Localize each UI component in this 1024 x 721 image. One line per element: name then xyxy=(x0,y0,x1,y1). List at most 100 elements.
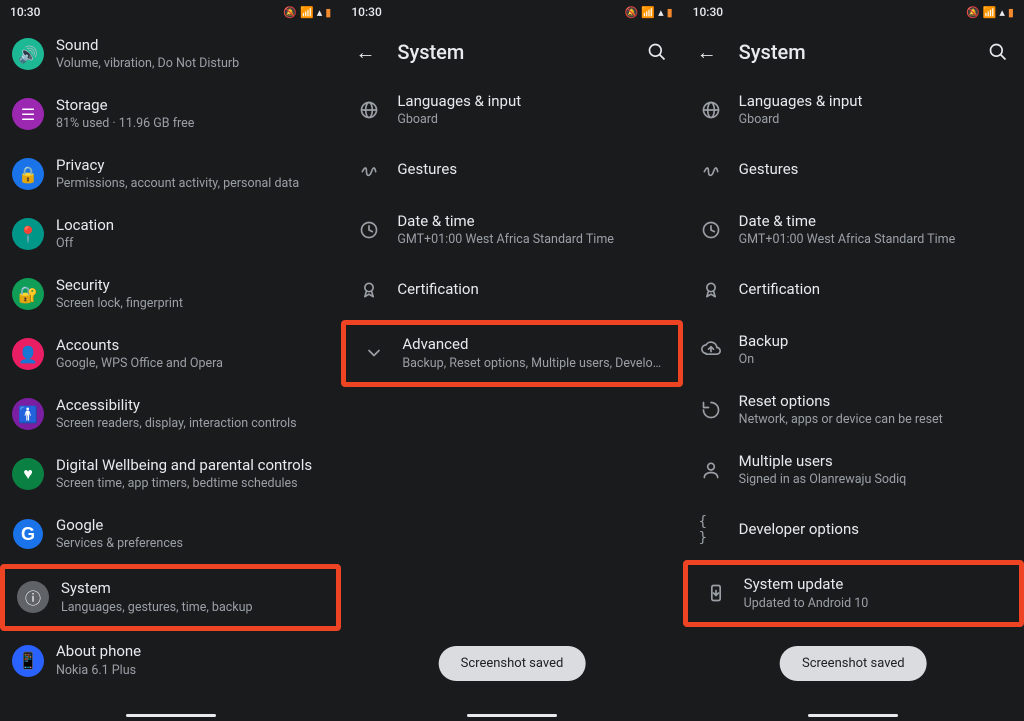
gesture-icon xyxy=(357,158,381,182)
info-icon: ⓘ xyxy=(17,581,49,613)
system-row-certification[interactable]: Certification xyxy=(341,260,682,320)
row-subtitle: On xyxy=(739,352,1012,368)
row-title: Privacy xyxy=(56,156,329,176)
reset-icon xyxy=(699,398,723,422)
search-button[interactable] xyxy=(988,42,1012,62)
row-title: Accessibility xyxy=(56,396,329,416)
row-title: Date & time xyxy=(397,212,670,232)
row-title: About phone xyxy=(56,642,329,662)
page-header: ← System xyxy=(683,24,1024,80)
wifi-icon: 📶 xyxy=(983,6,997,19)
system-row-date-time[interactable]: Date & time GMT+01:00 West Africa Standa… xyxy=(341,200,682,260)
system-row-gestures[interactable]: Gestures xyxy=(683,140,1024,200)
system-row-multiple-users[interactable]: Multiple users Signed in as Olanrewaju S… xyxy=(683,440,1024,500)
phone-icon: 📱 xyxy=(12,645,44,677)
row-title: Google xyxy=(56,516,329,536)
row-title: Advanced xyxy=(402,335,665,355)
globe-icon xyxy=(699,98,723,122)
nav-pill[interactable] xyxy=(808,714,898,717)
row-title: Date & time xyxy=(739,212,1012,232)
security-icon: 🔐 xyxy=(12,278,44,310)
settings-row-sound[interactable]: 🔊 Sound Volume, vibration, Do Not Distur… xyxy=(0,24,341,84)
system-row-backup[interactable]: Backup On xyxy=(683,320,1024,380)
row-title: Certification xyxy=(397,280,670,300)
settings-row-storage[interactable]: ☰ Storage 81% used · 11.96 GB free xyxy=(0,84,341,144)
system-row-certification[interactable]: Certification xyxy=(683,260,1024,320)
settings-row-accessibility[interactable]: 🚹 Accessibility Screen readers, display,… xyxy=(0,384,341,444)
wifi-icon: 📶 xyxy=(641,6,655,19)
back-button[interactable]: ← xyxy=(353,40,377,65)
wellbeing-icon: ♥ xyxy=(12,458,44,490)
settings-row-google[interactable]: G Google Services & preferences xyxy=(0,504,341,564)
settings-row-location[interactable]: 📍 Location Off xyxy=(0,204,341,264)
system-row-date-time[interactable]: Date & time GMT+01:00 West Africa Standa… xyxy=(683,200,1024,260)
accounts-icon: 👤 xyxy=(12,338,44,370)
settings-row-digital-wellbeing-and-parental-controls[interactable]: ♥ Digital Wellbeing and parental control… xyxy=(0,444,341,504)
snackbar[interactable]: Screenshot saved xyxy=(439,646,586,681)
row-title: Digital Wellbeing and parental controls xyxy=(56,456,329,476)
status-icons: 🔕 📶 ▴ ▮ xyxy=(283,6,331,19)
row-subtitle: Off xyxy=(56,236,329,252)
users-icon xyxy=(699,458,723,482)
row-subtitle: Gboard xyxy=(397,112,670,128)
row-title: Languages & input xyxy=(739,92,1012,112)
row-subtitle: Volume, vibration, Do Not Disturb xyxy=(56,56,329,72)
row-subtitle: Signed in as Olanrewaju Sodiq xyxy=(739,472,1012,488)
location-icon: 📍 xyxy=(12,218,44,250)
row-subtitle: Permissions, account activity, personal … xyxy=(56,176,329,192)
row-subtitle: Updated to Android 10 xyxy=(744,596,1007,612)
accessibility-icon: 🚹 xyxy=(12,398,44,430)
row-title: Storage xyxy=(56,96,329,116)
row-title: Multiple users xyxy=(739,452,1012,472)
nav-pill[interactable] xyxy=(126,714,216,717)
search-button[interactable] xyxy=(647,42,671,62)
row-subtitle: Nokia 6.1 Plus xyxy=(56,663,329,679)
settings-row-accounts[interactable]: 👤 Accounts Google, WPS Office and Opera xyxy=(0,324,341,384)
status-bar: 10:30 🔕 📶 ▴ ▮ xyxy=(341,0,682,24)
page-title: System xyxy=(397,40,646,64)
signal-icon: ▴ xyxy=(999,6,1005,19)
system-row-reset-options[interactable]: Reset options Network, apps or device ca… xyxy=(683,380,1024,440)
page-title: System xyxy=(739,40,988,64)
lock-icon: 🔒 xyxy=(12,158,44,190)
nav-pill[interactable] xyxy=(467,714,557,717)
row-title: Security xyxy=(56,276,329,296)
row-title: Accounts xyxy=(56,336,329,356)
settings-row-security[interactable]: 🔐 Security Screen lock, fingerprint xyxy=(0,264,341,324)
storage-icon: ☰ xyxy=(12,98,44,130)
row-title: Languages & input xyxy=(397,92,670,112)
back-button[interactable]: ← xyxy=(695,40,719,65)
settings-row-privacy[interactable]: 🔒 Privacy Permissions, account activity,… xyxy=(0,144,341,204)
row-title: Gestures xyxy=(739,160,1012,180)
system-list-expanded: Languages & input Gboard Gestures Date &… xyxy=(683,80,1024,627)
status-time: 10:30 xyxy=(693,5,723,19)
backup-icon xyxy=(699,338,723,362)
system-row-advanced[interactable]: Advanced Backup, Reset options, Multiple… xyxy=(341,320,682,387)
cert-icon xyxy=(699,278,723,302)
phone-system-expanded: 10:30 🔕 📶 ▴ ▮ ← System Languages & input… xyxy=(683,0,1024,721)
row-title: Sound xyxy=(56,36,329,56)
phone-settings-main: 10:30 🔕 📶 ▴ ▮ 🔊 Sound Volume, vibration,… xyxy=(0,0,341,721)
row-subtitle: Services & preferences xyxy=(56,536,329,552)
row-subtitle: Network, apps or device can be reset xyxy=(739,412,1012,428)
update-icon xyxy=(704,581,728,605)
status-bar: 10:30 🔕 📶 ▴ ▮ xyxy=(683,0,1024,24)
settings-row-about-phone[interactable]: 📱 About phone Nokia 6.1 Plus xyxy=(0,631,341,691)
battery-icon: ▮ xyxy=(667,6,673,19)
phone-system: 10:30 🔕 📶 ▴ ▮ ← System Languages & input… xyxy=(341,0,682,721)
system-row-languages-input[interactable]: Languages & input Gboard xyxy=(341,80,682,140)
page-header: ← System xyxy=(341,24,682,80)
status-time: 10:30 xyxy=(10,5,40,19)
system-row-gestures[interactable]: Gestures xyxy=(341,140,682,200)
system-row-developer-options[interactable]: { } Developer options xyxy=(683,500,1024,560)
system-row-languages-input[interactable]: Languages & input Gboard xyxy=(683,80,1024,140)
snackbar[interactable]: Screenshot saved xyxy=(780,646,927,681)
signal-icon: ▴ xyxy=(658,6,664,19)
dnd-icon: 🔕 xyxy=(966,6,980,19)
status-time: 10:30 xyxy=(351,5,381,19)
dnd-icon: 🔕 xyxy=(625,6,639,19)
system-row-system-update[interactable]: System update Updated to Android 10 xyxy=(683,560,1024,627)
row-title: Location xyxy=(56,216,329,236)
settings-row-system[interactable]: ⓘ System Languages, gestures, time, back… xyxy=(0,564,341,631)
row-title: Backup xyxy=(739,332,1012,352)
